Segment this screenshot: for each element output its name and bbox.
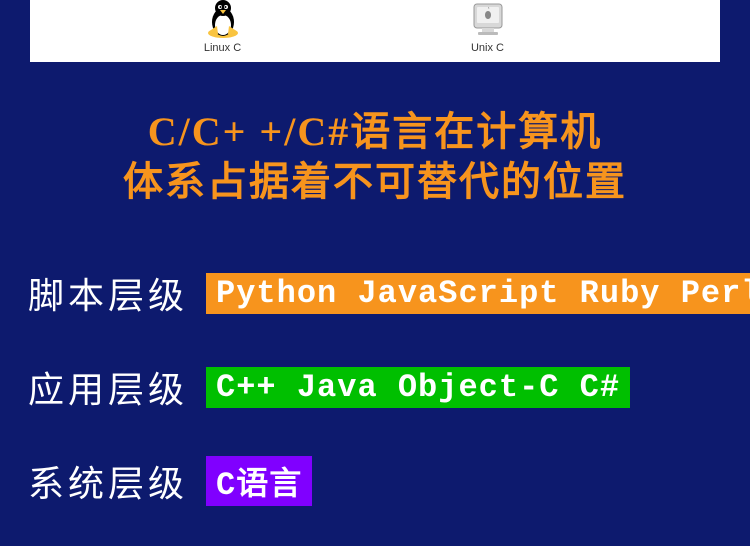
layer-value-script: Python JavaScript Ruby Perl — [206, 273, 750, 314]
layer-list: 脚本层级 Python JavaScript Ruby Perl 应用层级 C+… — [0, 267, 750, 507]
layer-value-app: C++ Java Object-C C# — [206, 367, 630, 408]
unix-label: Unix C — [471, 42, 504, 54]
linux-icon — [200, 0, 245, 40]
top-os-banner: Linux C Unix C — [30, 0, 720, 62]
main-heading: C/C+ +/C#语言在计算机 体系占据着不可替代的位置 — [0, 107, 750, 207]
layer-row-system: 系统层级 C语言 — [28, 455, 750, 507]
heading-line-1: C/C+ +/C#语言在计算机 — [0, 107, 750, 157]
layer-row-script: 脚本层级 Python JavaScript Ruby Perl — [28, 267, 750, 319]
layer-row-app: 应用层级 C++ Java Object-C C# — [28, 361, 750, 413]
os-item-linux: Linux C — [200, 0, 245, 54]
unix-icon — [465, 0, 510, 40]
heading-line-2: 体系占据着不可替代的位置 — [0, 157, 750, 207]
layer-label-script: 脚本层级 — [28, 267, 188, 319]
os-item-unix: Unix C — [465, 0, 510, 54]
layer-label-system: 系统层级 — [28, 455, 188, 507]
linux-label: Linux C — [204, 42, 241, 54]
layer-label-app: 应用层级 — [28, 361, 188, 413]
layer-value-system: C语言 — [206, 456, 312, 506]
